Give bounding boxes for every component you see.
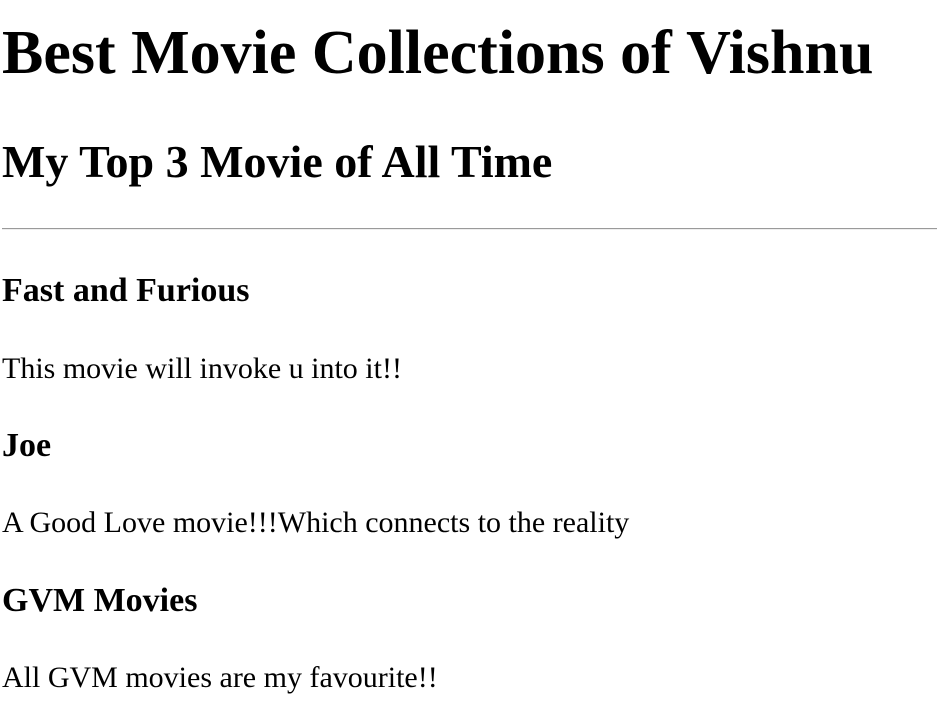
movie-title-gvm-movies: GVM Movies [2, 582, 198, 619]
movie-description-fast-and-furious: This movie will invoke u into it!! [2, 352, 402, 385]
page-title: Best Movie Collections of Vishnu [2, 19, 874, 87]
page-content: Best Movie Collections of Vishnu My Top … [2, 0, 938, 710]
movie-description-gvm-movies: All GVM movies are my favourite!! [2, 661, 438, 694]
movie-description-joe: A Good Love movie!!!Which connects to th… [2, 506, 630, 539]
movie-title-joe: Joe [2, 427, 52, 464]
horizontal-divider [2, 228, 937, 230]
movie-title-fast-and-furious: Fast and Furious [2, 272, 250, 309]
page-subtitle: My Top 3 Movie of All Time [2, 136, 553, 187]
